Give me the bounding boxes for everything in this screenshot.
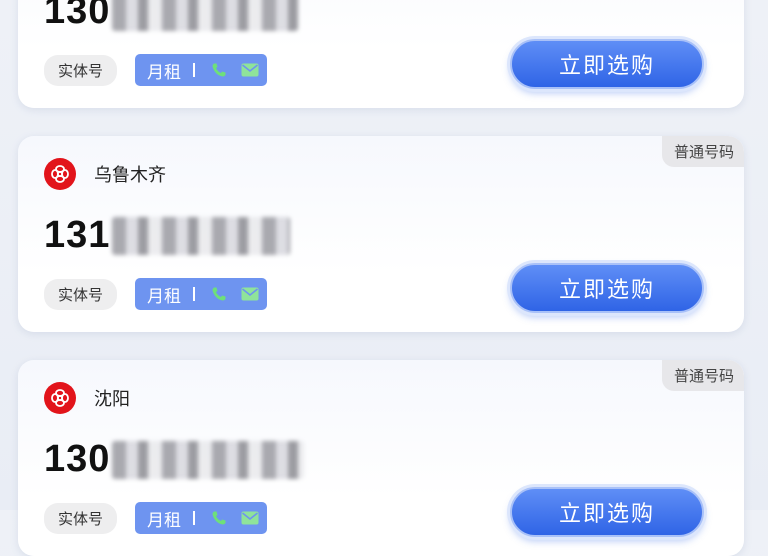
- china-unicom-logo-icon: [44, 382, 76, 414]
- feature-tag: 月租: [135, 502, 268, 534]
- buy-now-button[interactable]: 立即选购: [510, 487, 704, 537]
- masked-digits: [112, 0, 299, 31]
- number-level-badge: 普通号码: [661, 136, 744, 167]
- type-tag: 实体号: [44, 278, 118, 310]
- feature-tag: 月租: [135, 278, 268, 310]
- mail-icon: [241, 63, 259, 77]
- separator: [193, 511, 196, 525]
- china-unicom-logo-icon: [44, 158, 76, 190]
- city-name: 乌鲁木齐: [94, 165, 166, 186]
- separator: [193, 287, 196, 301]
- mail-icon: [241, 287, 259, 301]
- feature-tag: 月租: [135, 54, 268, 86]
- number-level-badge: 普通号码: [661, 360, 744, 391]
- city-name: 沈阳: [94, 389, 130, 410]
- phone-number: 131: [44, 214, 291, 257]
- number-card-3[interactable]: 普通号码 沈阳 130 实体号 月租 立即选购: [18, 360, 744, 556]
- phone-icon: [211, 286, 227, 302]
- type-tag: 实体号: [44, 502, 118, 534]
- number-card-1[interactable]: 130 实体号 月租 立即选购: [18, 0, 744, 108]
- phone-number: 130: [44, 0, 299, 33]
- type-tag: 实体号: [44, 54, 118, 86]
- mail-icon: [241, 511, 259, 525]
- number-card-2[interactable]: 普通号码 乌鲁木齐 131 实体号 月租 立即选购: [18, 136, 744, 332]
- phone-icon: [211, 62, 227, 78]
- phone-icon: [211, 510, 227, 526]
- separator: [193, 63, 196, 77]
- buy-now-button[interactable]: 立即选购: [510, 39, 704, 89]
- phone-number: 130: [44, 438, 305, 481]
- buy-now-button[interactable]: 立即选购: [510, 263, 704, 313]
- masked-digits: [112, 216, 291, 255]
- masked-digits: [112, 440, 305, 479]
